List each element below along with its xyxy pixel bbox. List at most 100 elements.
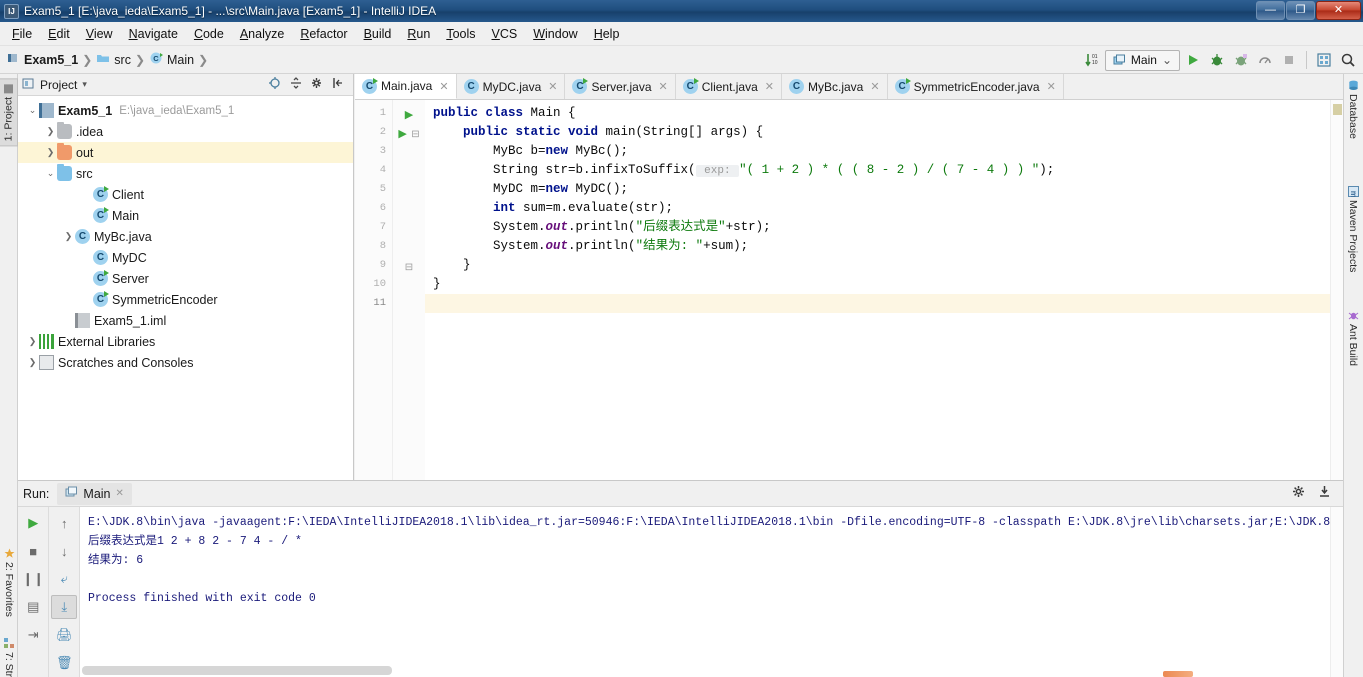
menu-item-view[interactable]: View bbox=[78, 24, 121, 44]
run-button[interactable] bbox=[1182, 49, 1204, 71]
tree-node-symmetricencoder[interactable]: C SymmetricEncoder bbox=[18, 289, 353, 310]
menu-item-help[interactable]: Help bbox=[586, 24, 628, 44]
console-vertical-scrollbar[interactable] bbox=[1330, 507, 1343, 677]
tool-window-tab-favorites[interactable]: 2: Favorites bbox=[0, 544, 18, 621]
search-everywhere-icon[interactable] bbox=[1337, 49, 1359, 71]
tree-expand-arrow[interactable]: ❯ bbox=[26, 357, 39, 368]
code-line-9[interactable]: } bbox=[425, 256, 1343, 275]
tree-node-out[interactable]: ❯ out bbox=[18, 142, 353, 163]
project-title-caret-icon[interactable]: ▾ bbox=[82, 79, 87, 90]
tool-window-tab-structure[interactable]: 7: Structure bbox=[0, 634, 18, 677]
chevron-down-icon[interactable]: ⌄ bbox=[1162, 53, 1172, 67]
tree-expand-arrow[interactable]: ⌄ bbox=[26, 105, 39, 116]
tree-node-exam5-1[interactable]: ⌄ Exam5_1 E:\java_ieda\Exam5_1 bbox=[18, 100, 353, 121]
code-line-6[interactable]: int sum=m.evaluate(str); bbox=[425, 199, 1343, 218]
tree-node-mybc-java[interactable]: ❯ C MyBc.java bbox=[18, 226, 353, 247]
minimize-button[interactable]: — bbox=[1256, 1, 1285, 20]
dump-threads-button[interactable]: ▤ bbox=[20, 595, 46, 619]
tool-window-tab-mavenprojects[interactable]: m Maven Projects bbox=[1343, 182, 1363, 276]
editor-tab-mydc-java[interactable]: C MyDC.java ✕ bbox=[457, 74, 566, 99]
scroll-up-button[interactable]: ↑ bbox=[51, 511, 77, 535]
stop-button[interactable]: ■ bbox=[20, 539, 46, 563]
editor-tab-symmetricencoder-java[interactable]: C SymmetricEncoder.java ✕ bbox=[888, 74, 1064, 99]
settings-gear-icon[interactable] bbox=[310, 76, 324, 93]
tree-expand-arrow[interactable]: ⌄ bbox=[44, 168, 57, 179]
scroll-to-end-button[interactable]: ⤓ bbox=[51, 595, 78, 619]
close-icon[interactable]: ✕ bbox=[1047, 80, 1056, 93]
scrollbar-thumb[interactable] bbox=[82, 666, 392, 675]
console-horizontal-scrollbar[interactable] bbox=[82, 666, 1322, 675]
tool-window-tab-database[interactable]: Database bbox=[1343, 76, 1363, 143]
menu-item-build[interactable]: Build bbox=[356, 24, 400, 44]
menu-item-analyze[interactable]: Analyze bbox=[232, 24, 292, 44]
menu-item-tools[interactable]: Tools bbox=[438, 24, 483, 44]
hide-panel-icon[interactable] bbox=[331, 76, 345, 93]
maximize-button[interactable]: ❐ bbox=[1286, 1, 1315, 20]
code-line-5[interactable]: MyDC m=new MyDC(); bbox=[425, 180, 1343, 199]
run-configuration-selector[interactable]: Main ⌄ bbox=[1104, 49, 1180, 71]
close-button[interactable]: ✕ bbox=[1316, 1, 1361, 20]
close-icon[interactable]: ✕ bbox=[870, 80, 879, 93]
code-line-11[interactable] bbox=[425, 294, 1343, 313]
breadcrumb-item-main[interactable]: C Main bbox=[149, 51, 194, 68]
code-line-8[interactable]: System.out.println("结果为: "+sum); bbox=[425, 237, 1343, 256]
editor-tab-mybc-java[interactable]: C MyBc.java ✕ bbox=[782, 74, 888, 99]
soft-wrap-button[interactable]: ⤶ bbox=[51, 567, 77, 591]
editor-warning-marker[interactable] bbox=[1333, 104, 1342, 115]
fold-collapse-icon[interactable]: ⊟ bbox=[411, 129, 419, 140]
expand-collapse-icon[interactable] bbox=[289, 76, 303, 93]
locate-icon[interactable] bbox=[268, 76, 282, 93]
tool-window-tab-project[interactable]: 1: Project bbox=[0, 78, 18, 147]
code-content[interactable]: public class Main { public static void m… bbox=[425, 100, 1343, 480]
clear-all-button[interactable]: 🗑 bbox=[51, 651, 77, 675]
rerun-button[interactable]: ▶ bbox=[20, 511, 46, 535]
run-tab-main[interactable]: Main ✕ bbox=[57, 482, 132, 505]
tree-node-external-libraries[interactable]: ❯ External Libraries bbox=[18, 331, 353, 352]
close-icon[interactable]: ✕ bbox=[659, 80, 668, 93]
editor-tab-server-java[interactable]: C Server.java ✕ bbox=[565, 74, 676, 99]
profile-button[interactable] bbox=[1254, 49, 1276, 71]
breadcrumb-item-exam5_1[interactable]: Exam5_1 bbox=[6, 51, 78, 68]
scroll-down-button[interactable]: ↓ bbox=[51, 539, 77, 563]
stop-button[interactable] bbox=[1278, 49, 1300, 71]
run-class-gutter-icon[interactable]: ▶ bbox=[405, 109, 413, 121]
close-icon[interactable]: ✕ bbox=[765, 80, 774, 93]
tree-expand-arrow[interactable]: ❯ bbox=[26, 336, 39, 347]
code-line-2[interactable]: public static void main(String[] args) { bbox=[425, 123, 1343, 142]
menu-item-refactor[interactable]: Refactor bbox=[292, 24, 355, 44]
settings-gear-icon[interactable] bbox=[1292, 484, 1307, 504]
close-icon[interactable]: ✕ bbox=[548, 80, 557, 93]
tree-expand-arrow[interactable]: ❯ bbox=[62, 231, 75, 242]
tree-node--idea[interactable]: ❯ .idea bbox=[18, 121, 353, 142]
print-button[interactable]: 🖨 bbox=[51, 623, 77, 647]
editor-tab-client-java[interactable]: C Client.java ✕ bbox=[676, 74, 782, 99]
coverage-button[interactable] bbox=[1230, 49, 1252, 71]
menu-item-file[interactable]: File bbox=[4, 24, 40, 44]
tree-node-server[interactable]: C Server bbox=[18, 268, 353, 289]
code-line-7[interactable]: System.out.println("后缀表达式是"+str); bbox=[425, 218, 1343, 237]
console-output[interactable]: E:\JDK.8\bin\java -javaagent:F:\IEDA\Int… bbox=[80, 507, 1343, 677]
menu-item-navigate[interactable]: Navigate bbox=[121, 24, 186, 44]
tree-node-src[interactable]: ⌄ src bbox=[18, 163, 353, 184]
sort-toggle-icon[interactable]: 01 10 bbox=[1081, 49, 1103, 71]
close-icon[interactable]: ✕ bbox=[439, 80, 448, 93]
fold-collapse-icon[interactable]: ⊟ bbox=[405, 262, 413, 273]
pause-button[interactable]: ❙❙ bbox=[20, 567, 46, 591]
tree-expand-arrow[interactable]: ❯ bbox=[44, 147, 57, 158]
tree-node-client[interactable]: C Client bbox=[18, 184, 353, 205]
code-line-10[interactable]: } bbox=[425, 275, 1343, 294]
editor-scrollbar[interactable] bbox=[1330, 100, 1343, 480]
menu-item-vcs[interactable]: VCS bbox=[484, 24, 526, 44]
menu-item-edit[interactable]: Edit bbox=[40, 24, 78, 44]
tree-node-scratches-and-consoles[interactable]: ❯ Scratches and Consoles bbox=[18, 352, 353, 373]
code-line-4[interactable]: String str=b.infixToSuffix( exp: "( 1 + … bbox=[425, 161, 1343, 180]
tree-expand-arrow[interactable]: ❯ bbox=[44, 126, 57, 137]
breadcrumb-item-src[interactable]: src bbox=[96, 51, 131, 68]
tree-node-main[interactable]: C Main bbox=[18, 205, 353, 226]
editor-tab-main-java[interactable]: C Main.java ✕ bbox=[355, 74, 457, 99]
menu-item-window[interactable]: Window bbox=[525, 24, 585, 44]
export-icon[interactable] bbox=[1317, 484, 1332, 504]
run-method-gutter-icon[interactable]: ▶ bbox=[398, 128, 406, 140]
tree-node-mydc[interactable]: C MyDC bbox=[18, 247, 353, 268]
run-tab-close-icon[interactable]: ✕ bbox=[116, 488, 124, 499]
